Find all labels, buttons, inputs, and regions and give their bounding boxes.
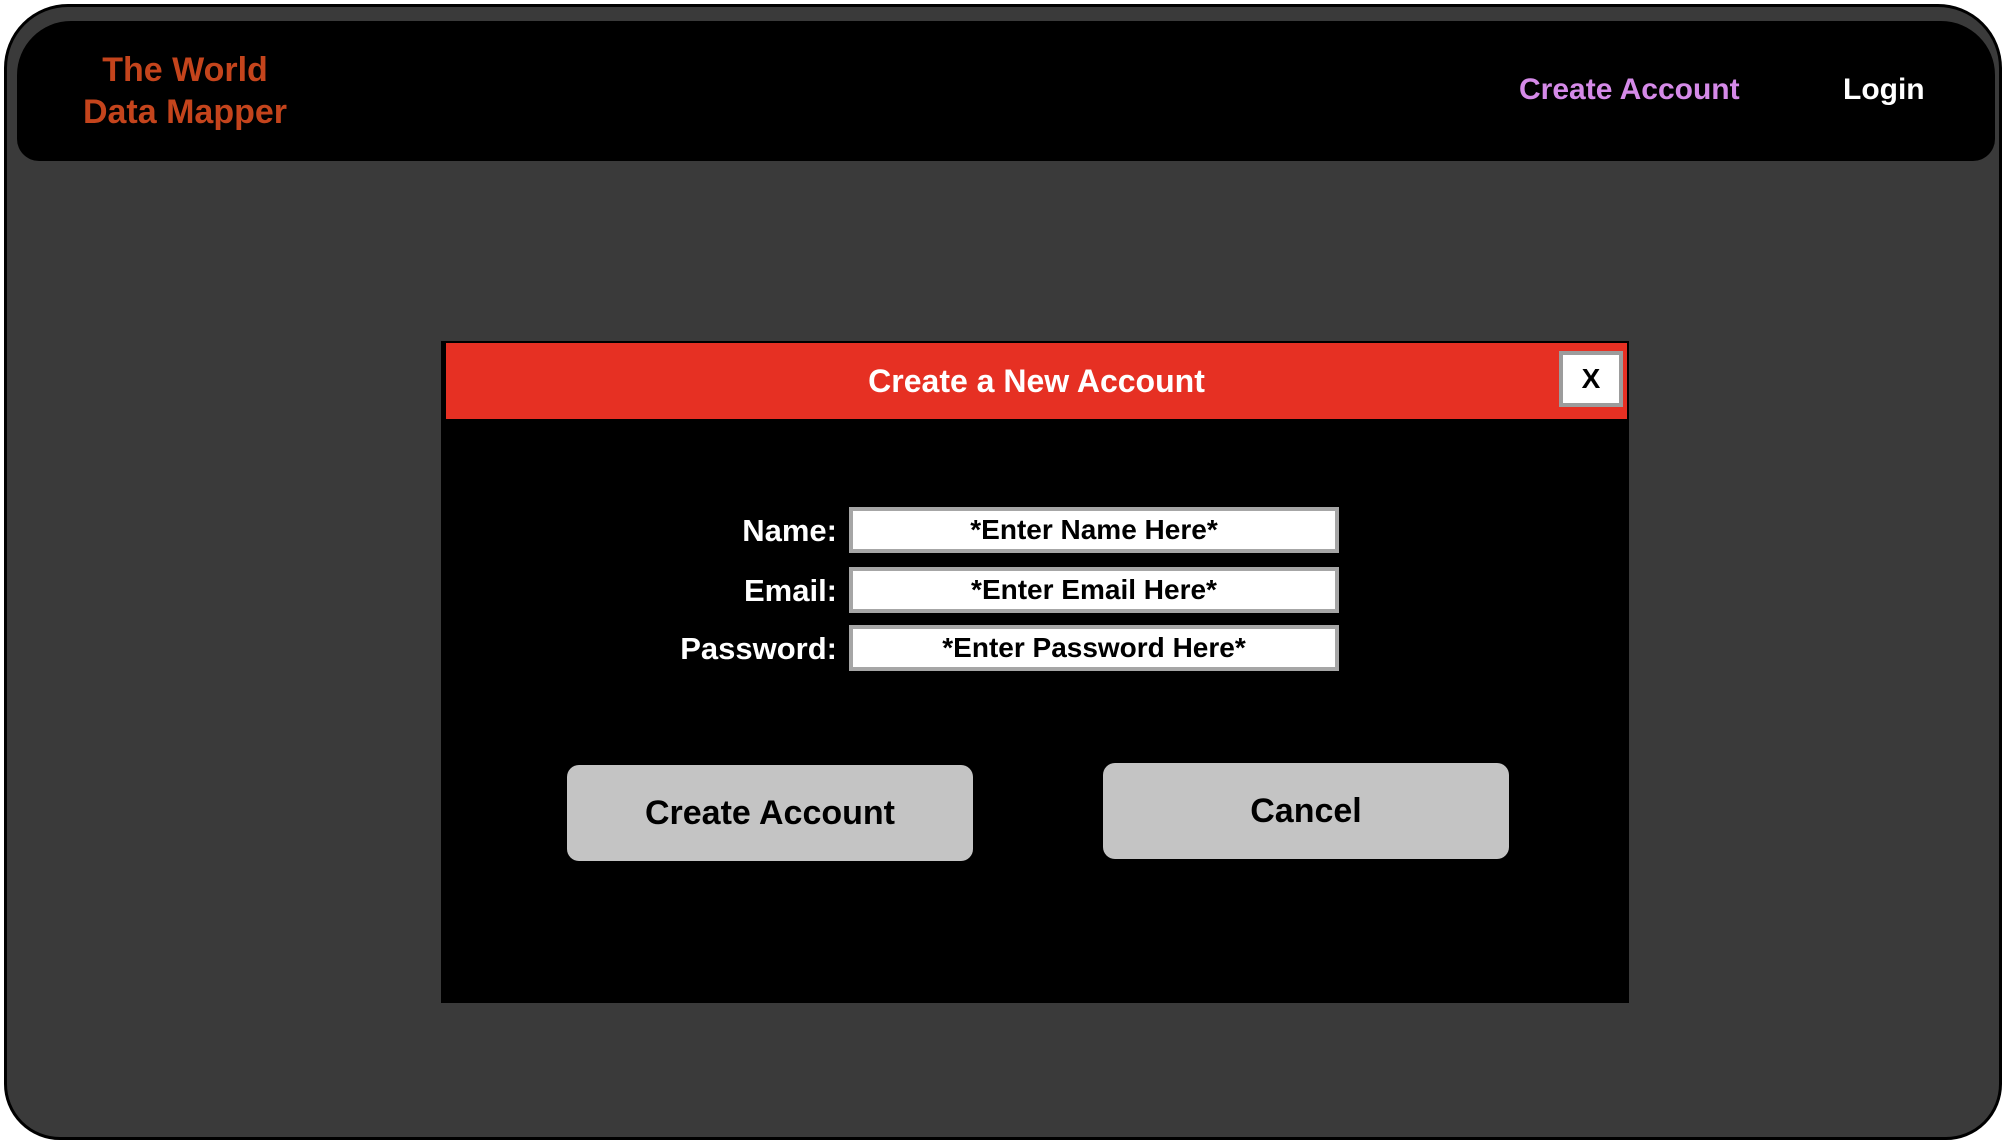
cancel-button[interactable]: Cancel [1103,763,1509,859]
name-input[interactable] [849,507,1339,553]
name-label: Name: [742,513,837,548]
brand-line-1: The World [102,51,268,89]
brand-line-2: Data Mapper [82,93,288,131]
password-input[interactable] [849,625,1339,671]
modal-header: Create a New Account X [444,341,1629,421]
brand-logo[interactable]: The World Data Mapper [65,49,305,133]
modal-title: Create a New Account [868,363,1205,399]
email-label: Email: [743,573,837,608]
app-window: The World Data Mapper Create Account Log… [4,4,2002,1140]
top-navbar: The World Data Mapper Create Account Log… [17,21,1995,161]
close-modal-button[interactable]: X [1559,351,1623,407]
password-label: Password: [680,631,837,666]
create-account-button[interactable]: Create Account [567,765,973,861]
nav-login-link[interactable]: Login [1843,73,1925,107]
create-account-modal: Create a New Account X Name: Email: Pass… [441,341,1629,1003]
nav-create-account-link[interactable]: Create Account [1519,73,1740,107]
email-input[interactable] [849,567,1339,613]
